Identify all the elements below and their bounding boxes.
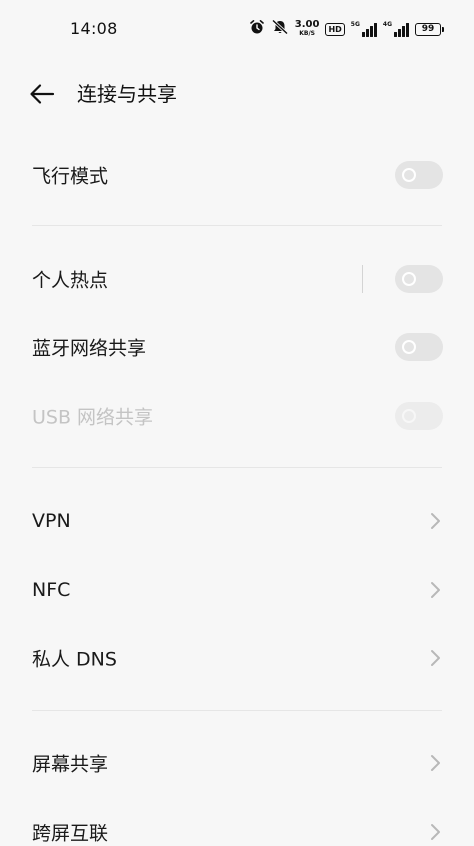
mute-icon — [271, 19, 289, 39]
signal-icon: 4G — [383, 21, 409, 37]
bluetooth-tethering-row[interactable]: 蓝牙网络共享 — [0, 313, 474, 381]
divider — [32, 710, 442, 711]
hotspot-label: 个人热点 — [32, 269, 109, 292]
signal-2-label: 4G — [382, 21, 392, 28]
chevron-right-icon — [431, 582, 440, 598]
bluetooth-tethering-label: 蓝牙网络共享 — [32, 337, 147, 360]
vpn-label: VPN — [32, 510, 71, 532]
toggle-knob — [402, 340, 416, 354]
toggle-knob — [402, 168, 416, 182]
toggle-knob — [402, 272, 416, 286]
alarm-icon — [249, 19, 265, 39]
header: 连接与共享 — [0, 70, 474, 118]
airplane-mode-label: 飞行模式 — [32, 165, 109, 188]
cross-screen-label: 跨屏互联 — [32, 822, 109, 845]
private-dns-row[interactable]: 私人 DNS — [0, 624, 474, 692]
usb-tethering-row: USB 网络共享 — [0, 382, 474, 450]
net-speed-value: 3.00 — [294, 19, 320, 30]
separator — [362, 265, 363, 293]
signal-1-label: 5G — [350, 21, 360, 28]
net-speed: 3.00 KB/S — [295, 20, 320, 38]
chevron-right-icon — [431, 513, 440, 529]
toggle-knob — [402, 409, 416, 423]
back-button[interactable] — [26, 80, 58, 108]
status-bar: 14:08 3.00 KB/S HD 5G 4G 99 — [0, 0, 474, 56]
screen-sharing-label: 屏幕共享 — [32, 753, 109, 776]
divider — [32, 467, 442, 468]
usb-tethering-label: USB 网络共享 — [32, 406, 154, 429]
chevron-right-icon — [431, 824, 440, 840]
nfc-label: NFC — [32, 579, 71, 601]
chevron-right-icon — [431, 650, 440, 666]
private-dns-label: 私人 DNS — [32, 648, 117, 671]
nfc-row[interactable]: NFC — [0, 556, 474, 624]
signal-icon: 5G — [351, 21, 377, 37]
divider — [32, 225, 442, 226]
chevron-right-icon — [431, 755, 440, 771]
cross-screen-row[interactable]: 跨屏互联 — [0, 774, 474, 845]
airplane-mode-toggle[interactable] — [395, 161, 443, 189]
battery-level: 99 — [415, 22, 441, 36]
hotspot-row[interactable]: 个人热点 — [0, 245, 474, 313]
status-icons: 3.00 KB/S HD 5G 4G 99 — [249, 18, 444, 40]
usb-tethering-toggle — [395, 402, 443, 430]
net-speed-unit: KB/S — [299, 30, 315, 37]
hd-icon: HD — [325, 22, 345, 36]
airplane-mode-row[interactable]: 飞行模式 — [0, 141, 474, 209]
bluetooth-tethering-toggle[interactable] — [395, 333, 443, 361]
hotspot-toggle[interactable] — [395, 265, 443, 293]
status-time: 14:08 — [70, 19, 118, 38]
vpn-row[interactable]: VPN — [0, 487, 474, 555]
page-title: 连接与共享 — [77, 82, 177, 106]
battery-icon: 99 — [415, 22, 444, 36]
arrow-left-icon — [30, 84, 55, 104]
